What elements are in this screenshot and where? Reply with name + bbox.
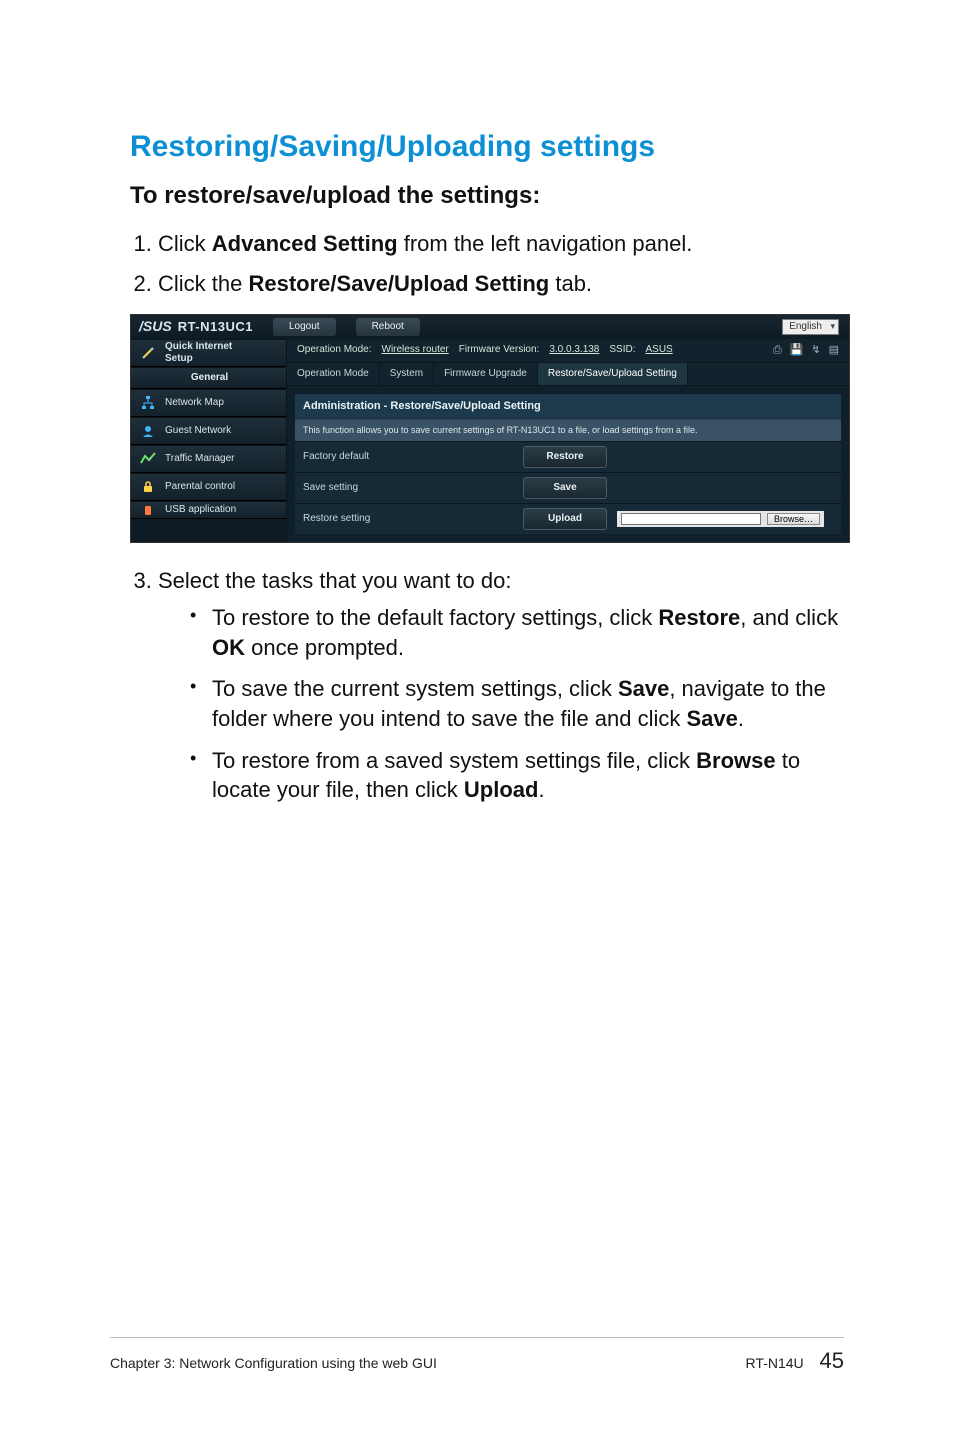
text: . <box>538 777 544 802</box>
panel: Administration - Restore/Save/Upload Set… <box>287 386 849 542</box>
page-number: 45 <box>820 1348 844 1373</box>
reboot-button[interactable]: Reboot <box>356 318 420 336</box>
top-bar: /SUS RT-N13UC1 Logout Reboot English <box>131 315 849 339</box>
brand-text: /SUS <box>139 318 172 335</box>
text: tab. <box>549 271 592 296</box>
step-1: Click Advanced Setting from the left nav… <box>158 228 844 260</box>
page-footer: Chapter 3: Network Configuration using t… <box>110 1337 844 1374</box>
text: Select the tasks that you want to do: <box>158 568 511 593</box>
upload-button[interactable]: Upload <box>523 508 607 530</box>
main-area: Operation Mode: Wireless router Firmware… <box>287 339 849 542</box>
save-button[interactable]: Save <box>523 477 607 499</box>
sidebar-item-traffic-manager[interactable]: Traffic Manager <box>131 445 286 473</box>
bold: Advanced Setting <box>212 231 398 256</box>
section-title: Restoring/Saving/Uploading settings <box>130 130 844 164</box>
text: once prompted. <box>245 635 404 660</box>
network-icon <box>139 394 157 412</box>
tab-operation-mode[interactable]: Operation Mode <box>287 363 380 385</box>
bold: Save <box>687 706 738 731</box>
util-icons: ⎙ 💾 ↯ ▤ <box>773 344 839 357</box>
tab-restore-save-upload[interactable]: Restore/Save/Upload Setting <box>538 363 688 385</box>
sidebar: Quick InternetSetup General Network Map … <box>131 339 287 542</box>
sidebar-item-label: Quick InternetSetup <box>165 341 232 365</box>
tab-system[interactable]: System <box>380 363 434 385</box>
row-label: Save setting <box>295 476 515 500</box>
bold: Restore <box>658 605 740 630</box>
sidebar-heading-general: General <box>131 367 286 389</box>
browse-file-input[interactable]: Browse… <box>617 511 824 528</box>
sidebar-item-qis[interactable]: Quick InternetSetup <box>131 339 286 367</box>
subheading: To restore/save/upload the settings: <box>130 182 844 210</box>
panel-description: This function allows you to save current… <box>295 419 841 441</box>
row-save-setting: Save setting Save <box>295 472 841 503</box>
brand-logo: /SUS RT-N13UC1 <box>139 318 253 335</box>
ssid-link[interactable]: ASUS <box>646 344 673 356</box>
wand-icon <box>139 344 157 362</box>
sub-bullets: To restore to the default factory settin… <box>186 603 844 805</box>
sidebar-item-guest-network[interactable]: Guest Network <box>131 417 286 445</box>
bold: OK <box>212 635 245 660</box>
lock-icon <box>139 478 157 496</box>
tab-firmware-upgrade[interactable]: Firmware Upgrade <box>434 363 538 385</box>
bold: Save <box>618 676 669 701</box>
footer-right: RT-N14U 45 <box>746 1348 844 1374</box>
row-label: Restore setting <box>295 507 515 531</box>
bullet-2: To save the current system settings, cli… <box>186 674 844 733</box>
restore-button[interactable]: Restore <box>523 446 607 468</box>
text: . <box>738 706 744 731</box>
device-icon[interactable]: ▤ <box>829 344 839 357</box>
op-mode-label: Operation Mode: <box>297 344 372 356</box>
bullet-3: To restore from a saved system settings … <box>186 746 844 805</box>
panel-heading: Administration - Restore/Save/Upload Set… <box>295 394 841 419</box>
printer-icon[interactable]: ⎙ <box>773 344 782 357</box>
logout-button[interactable]: Logout <box>273 318 336 336</box>
traffic-icon <box>139 450 157 468</box>
sidebar-item-label: USB application <box>165 504 236 516</box>
footer-model: RT-N14U <box>746 1355 804 1371</box>
sidebar-item-network-map[interactable]: Network Map <box>131 389 286 417</box>
step-3: Select the tasks that you want to do: To… <box>158 565 844 805</box>
text: , and click <box>740 605 838 630</box>
browse-button[interactable]: Browse… <box>767 513 820 526</box>
router-ui: /SUS RT-N13UC1 Logout Reboot English Qui… <box>130 314 850 543</box>
step-list: Click Advanced Setting from the left nav… <box>130 228 844 300</box>
sidebar-item-label: Traffic Manager <box>165 453 234 465</box>
sidebar-item-parental-control[interactable]: Parental control <box>131 473 286 501</box>
sidebar-item-usb-application[interactable]: USB application <box>131 501 286 519</box>
info-bar: Operation Mode: Wireless router Firmware… <box>287 339 849 363</box>
op-mode-link[interactable]: Wireless router <box>382 344 449 356</box>
text: from the left navigation panel. <box>398 231 693 256</box>
usb-icon <box>139 501 157 519</box>
text: To save the current system settings, cli… <box>212 676 618 701</box>
text: Click the <box>158 271 248 296</box>
share-icon[interactable]: ↯ <box>811 344 820 357</box>
sidebar-item-label: Parental control <box>165 481 235 493</box>
fw-link[interactable]: 3.0.0.3.138 <box>549 344 599 356</box>
row-label: Factory default <box>295 445 515 469</box>
row-restore-setting: Restore setting Upload Browse… <box>295 503 841 534</box>
bullet-1: To restore to the default factory settin… <box>186 603 844 662</box>
step-2: Click the Restore/Save/Upload Setting ta… <box>158 268 844 300</box>
text: Click <box>158 231 212 256</box>
sidebar-item-label: Guest Network <box>165 425 231 437</box>
tab-bar: Operation Mode System Firmware Upgrade R… <box>287 363 849 386</box>
row-factory-default: Factory default Restore <box>295 441 841 472</box>
language-select[interactable]: English <box>782 319 839 335</box>
model-text: RT-N13UC1 <box>178 319 253 335</box>
text: To restore to the default factory settin… <box>212 605 658 630</box>
step-list-continued: Select the tasks that you want to do: To… <box>130 565 844 805</box>
sidebar-item-label: Network Map <box>165 397 224 409</box>
ssid-label: SSID: <box>609 344 635 356</box>
text: To restore from a saved system settings … <box>212 748 696 773</box>
footer-chapter: Chapter 3: Network Configuration using t… <box>110 1355 437 1371</box>
fw-label: Firmware Version: <box>459 344 540 356</box>
drive-icon[interactable]: 💾 <box>790 344 804 357</box>
guest-icon <box>139 422 157 440</box>
bold: Upload <box>464 777 539 802</box>
settings-table: Factory default Restore Save setting Sav… <box>295 441 841 534</box>
bold: Restore/Save/Upload Setting <box>248 271 549 296</box>
file-path-box <box>621 513 761 525</box>
bold: Browse <box>696 748 775 773</box>
